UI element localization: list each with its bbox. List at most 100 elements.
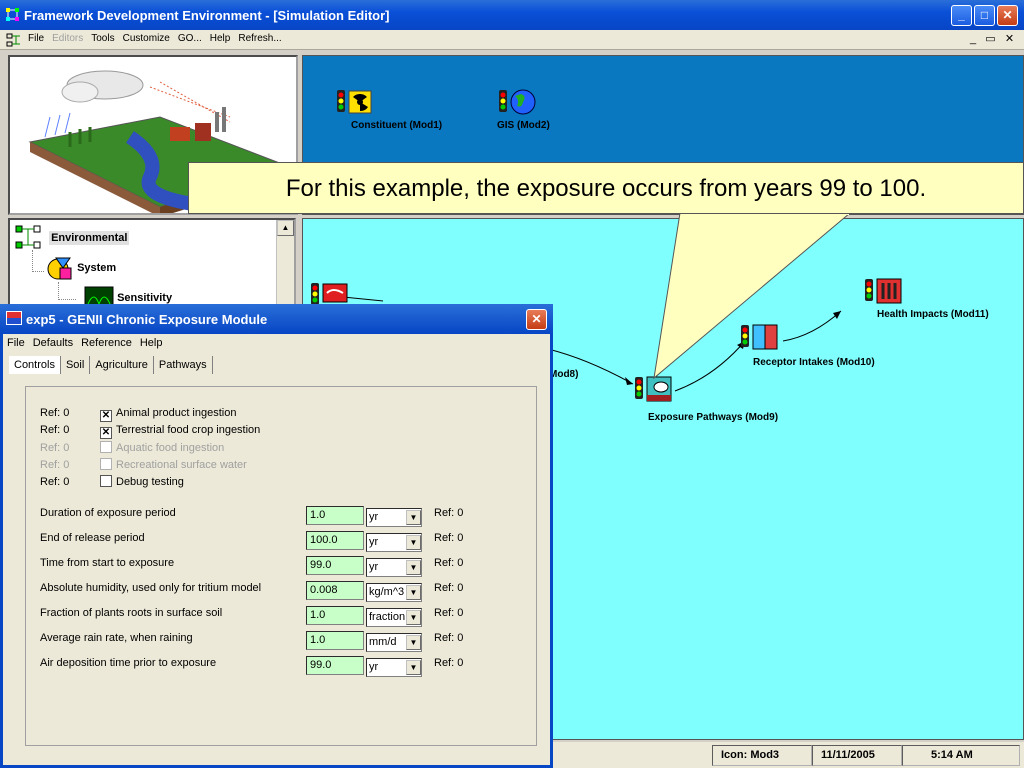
parameter-label: End of release period [40, 532, 145, 544]
dialog-menu-help[interactable]: Help [136, 334, 167, 352]
ref-label: Ref: 0 [434, 507, 464, 519]
mdi-controls[interactable]: _ ▭ ✕ [970, 32, 1014, 45]
ref-label: Ref: 0 [434, 607, 464, 619]
ref-label: Ref: 0 [40, 424, 70, 436]
dialog-titlebar: exp5 - GENII Chronic Exposure Module ✕ [0, 304, 553, 334]
parameter-label: Air deposition time prior to exposure [40, 657, 217, 669]
checkbox-row: Ref: 0 Aquatic food ingestion [40, 441, 260, 458]
parameter-label: Fraction of plants roots in surface soil [40, 607, 223, 619]
module-label: Constituent (Mod1) [351, 120, 443, 131]
menu-tools[interactable]: Tools [87, 30, 118, 48]
ref-label: Ref: 0 [40, 459, 70, 471]
checkbox [100, 458, 112, 470]
system-shapes-icon [47, 257, 72, 280]
tree-label: System [77, 262, 117, 274]
tab-agriculture[interactable]: Agriculture [90, 356, 154, 374]
menu-customize[interactable]: Customize [119, 30, 174, 48]
module-label: Exposure Pathways (Mod9) [648, 412, 779, 423]
dialog-close-button[interactable]: ✕ [526, 309, 547, 330]
chevron-down-icon[interactable]: ▼ [406, 535, 421, 550]
parameter-value-input[interactable]: 1.0 [306, 631, 364, 650]
close-button[interactable]: ✕ [997, 5, 1018, 26]
parameter-value-input[interactable]: 1.0 [306, 506, 364, 525]
checkbox-label: Terrestrial food crop ingestion [116, 424, 261, 436]
menu-editors: Editors [52, 33, 84, 44]
parameter-value-input[interactable]: 99.0 [306, 656, 364, 675]
module-tree[interactable]: Environmental System Sensitivity ▲ [8, 218, 296, 318]
checkbox[interactable] [100, 475, 112, 487]
menu-file[interactable]: File [24, 30, 48, 48]
checkbox-label: Animal product ingestion [116, 407, 237, 419]
annotation-callout: For this example, the exposure occurs fr… [188, 162, 1024, 214]
parameter-label: Average rain rate, when raining [40, 632, 193, 644]
dialog-tabs: Controls Soil Agriculture Pathways [9, 356, 213, 376]
tab-pathways[interactable]: Pathways [154, 356, 213, 374]
scroll-up-arrow-icon[interactable]: ▲ [277, 220, 294, 236]
chevron-down-icon[interactable]: ▼ [406, 610, 421, 625]
checkbox [100, 441, 112, 453]
module-label-mod8[interactable]: Mod8) [549, 369, 578, 380]
module-label: GIS (Mod2) [497, 120, 550, 131]
tree-label: Environmental [49, 231, 130, 245]
genii-exposure-dialog: exp5 - GENII Chronic Exposure Module ✕ F… [0, 304, 553, 768]
main-titlebar: Framework Development Environment - [Sim… [0, 0, 1024, 30]
checkbox-row: Ref: 0 Debug testing [40, 475, 260, 492]
dialog-title: exp5 - GENII Chronic Exposure Module [26, 312, 268, 327]
controls-panel: Ref: 0 ✕ Animal product ingestion Ref: 0 ✕ Te… [25, 386, 537, 746]
checkbox-row: Ref: 0 ✕ Animal product ingestion [40, 407, 260, 424]
tab-controls[interactable]: Controls [9, 356, 61, 374]
tree-item-system[interactable]: System [46, 254, 116, 282]
chevron-down-icon[interactable]: ▼ [406, 635, 421, 650]
status-icon-field: Icon: Mod3 [712, 745, 812, 766]
checkbox-row: Ref: 0 ✕ Terrestrial food crop ingestion [40, 424, 260, 441]
chevron-down-icon[interactable]: ▼ [406, 560, 421, 575]
module-constituent[interactable]: Constituent (Mod1) [335, 88, 442, 131]
parameter-value-input[interactable]: 99.0 [306, 556, 364, 575]
main-menubar: File Editors Tools Customize GO... Help Refres… [0, 30, 1024, 50]
checkbox-label: Recreational surface water [116, 459, 247, 471]
ref-label: Ref: 0 [40, 407, 70, 419]
chevron-down-icon[interactable]: ▼ [406, 585, 421, 600]
ref-label: Ref: 0 [434, 582, 464, 594]
parameter-label: Absolute humidity, used only for tritium… [40, 582, 262, 594]
environmental-network-icon [15, 225, 41, 249]
dialog-menu-reference[interactable]: Reference [77, 334, 136, 352]
checkbox-row: Ref: 0 Recreational surface water [40, 458, 260, 475]
dialog-menubar: File Defaults Reference Help [3, 334, 553, 354]
dialog-app-icon [6, 311, 22, 325]
menu-help[interactable]: Help [206, 30, 235, 48]
app-network-icon [6, 8, 19, 21]
maximize-button[interactable]: □ [974, 5, 995, 26]
document-network-icon [6, 33, 20, 47]
ref-label: Ref: 0 [40, 442, 70, 454]
chevron-down-icon[interactable]: ▼ [406, 660, 421, 675]
parameter-label: Duration of exposure period [40, 507, 176, 519]
menu-refresh[interactable]: Refresh... [234, 30, 285, 48]
dialog-menu-file[interactable]: File [3, 334, 29, 352]
checkbox[interactable]: ✕ [100, 410, 112, 422]
tree-connector [32, 250, 44, 272]
menu-go[interactable]: GO... [174, 30, 206, 48]
tree-scrollbar[interactable]: ▲ [276, 220, 294, 316]
globe-icon [499, 89, 536, 115]
ref-label: Ref: 0 [434, 532, 464, 544]
minimize-button[interactable]: _ [951, 5, 972, 26]
callout-pointer [653, 213, 851, 380]
ref-label: Ref: 0 [434, 557, 464, 569]
parameter-value-input[interactable]: 1.0 [306, 606, 364, 625]
parameter-label: Time from start to exposure [40, 557, 175, 569]
status-date: 11/11/2005 [812, 745, 902, 766]
dialog-menu-defaults[interactable]: Defaults [29, 334, 77, 352]
checkbox[interactable]: ✕ [100, 427, 112, 439]
parameter-value-input[interactable]: 100.0 [306, 531, 364, 550]
parameter-value-input[interactable]: 0.008 [306, 581, 364, 600]
chevron-down-icon[interactable]: ▼ [406, 510, 421, 525]
module-gis[interactable]: GIS (Mod2) [497, 88, 550, 131]
tree-label: Sensitivity [117, 292, 173, 304]
window-title: Framework Development Environment - [Sim… [24, 8, 390, 23]
tab-soil[interactable]: Soil [61, 356, 91, 374]
checkbox-label: Aquatic food ingestion [116, 442, 225, 454]
ref-label: Ref: 0 [434, 657, 464, 669]
tree-connector [58, 282, 76, 300]
tree-item-environmental[interactable]: Environmental [14, 224, 130, 252]
